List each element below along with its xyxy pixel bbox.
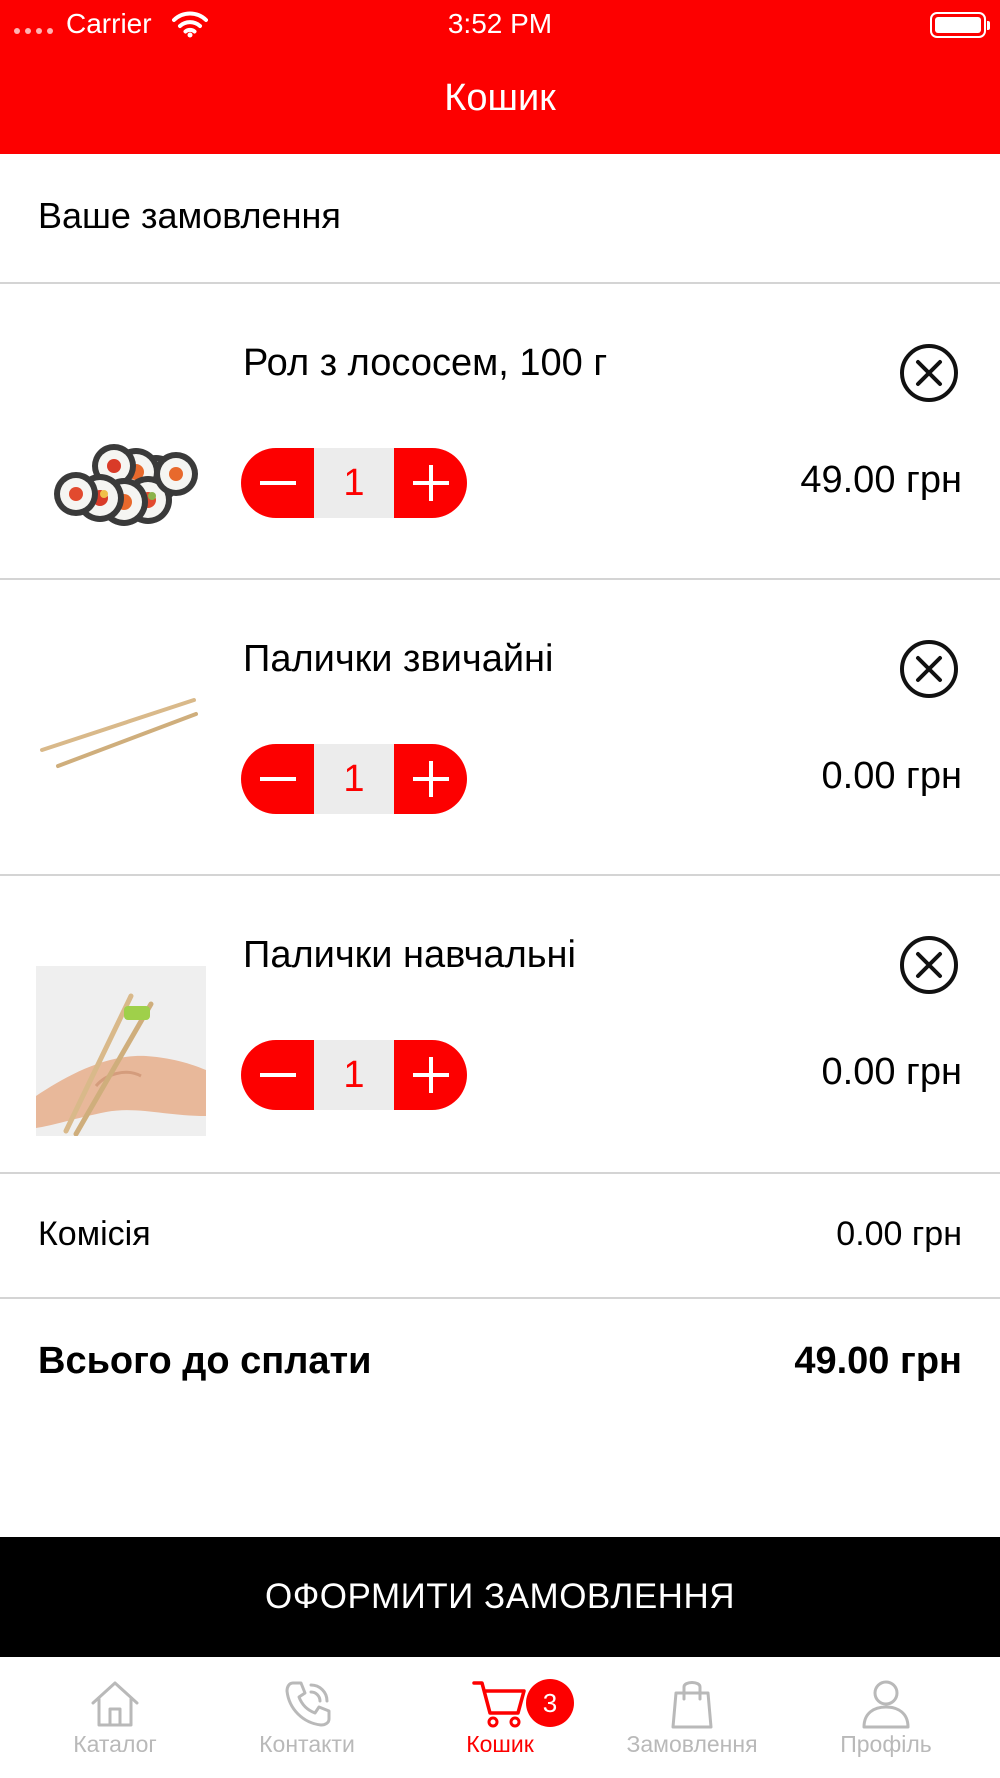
nav-bar: Кошик (0, 50, 1000, 154)
phone-icon (285, 1681, 331, 1727)
tab-label: Кошик (466, 1731, 534, 1757)
tab-label: Замовлення (626, 1731, 758, 1757)
close-icon (916, 952, 942, 978)
remove-item-button[interactable] (900, 640, 958, 698)
tab-label: Профіль (840, 1731, 932, 1757)
cart-item: Рол з лососем, 100 г 1 49.00 грн (0, 284, 1000, 580)
cart-item: Палички навчальні 1 0.00 грн (0, 876, 1000, 1172)
tab-bar: Каталог Контакти 3 Кошик Замовлення Проф… (0, 1657, 1000, 1778)
tab-label: Каталог (73, 1731, 157, 1757)
salmon-roll-image (36, 374, 206, 544)
quantity-value: 1 (314, 1040, 394, 1110)
tab-catalog[interactable]: Каталог (15, 1657, 215, 1778)
fee-value: 0.00 грн (836, 1215, 962, 1253)
quantity-stepper: 1 (241, 1040, 467, 1110)
item-price: 0.00 грн (821, 755, 963, 797)
chopsticks-image (36, 670, 206, 840)
decrease-button[interactable] (241, 744, 314, 814)
close-icon (916, 360, 942, 386)
increase-button[interactable] (394, 744, 467, 814)
tab-contacts[interactable]: Контакти (207, 1657, 407, 1778)
remove-item-button[interactable] (900, 936, 958, 994)
quantity-value: 1 (314, 744, 394, 814)
item-price: 49.00 грн (800, 459, 962, 501)
item-name: Палички навчальні (243, 934, 576, 976)
total-label: Всього до сплати (38, 1340, 372, 1382)
tab-profile[interactable]: Профіль (786, 1657, 986, 1778)
tab-orders[interactable]: Замовлення (592, 1657, 792, 1778)
cart-count-badge: 3 (526, 1679, 574, 1727)
order-heading: Ваше замовлення (38, 195, 341, 236)
remove-item-button[interactable] (900, 344, 958, 402)
quantity-stepper: 1 (241, 744, 467, 814)
home-icon (91, 1681, 139, 1727)
quantity-value: 1 (314, 448, 394, 518)
quantity-stepper: 1 (241, 448, 467, 518)
fee-label: Комісія (38, 1215, 151, 1253)
decrease-button[interactable] (241, 1040, 314, 1110)
divider (0, 1297, 1000, 1299)
cart-item: Палички звичайні 1 0.00 грн (0, 580, 1000, 876)
tab-cart[interactable]: 3 Кошик (400, 1657, 600, 1778)
tab-label: Контакти (259, 1731, 355, 1757)
close-icon (916, 656, 942, 682)
item-name: Палички звичайні (243, 638, 554, 680)
increase-button[interactable] (394, 448, 467, 518)
increase-button[interactable] (394, 1040, 467, 1110)
status-time: 3:52 PM (447, 8, 553, 39)
item-price: 0.00 грн (821, 1051, 963, 1093)
decrease-button[interactable] (241, 448, 314, 518)
page-title: Кошик (444, 77, 556, 119)
status-bar: Carrier 3:52 PM (0, 0, 1000, 50)
user-icon (862, 1680, 910, 1729)
item-name: Рол з лососем, 100 г (243, 342, 608, 384)
battery-icon (930, 12, 990, 38)
cart-icon (472, 1681, 526, 1728)
checkout-button[interactable]: ОФОРМИТИ ЗАМОВЛЕННЯ (0, 1537, 1000, 1657)
divider (0, 1172, 1000, 1174)
training-chopsticks-image (36, 966, 206, 1137)
bag-icon (671, 1681, 713, 1729)
total-value: 49.00 грн (794, 1340, 962, 1382)
